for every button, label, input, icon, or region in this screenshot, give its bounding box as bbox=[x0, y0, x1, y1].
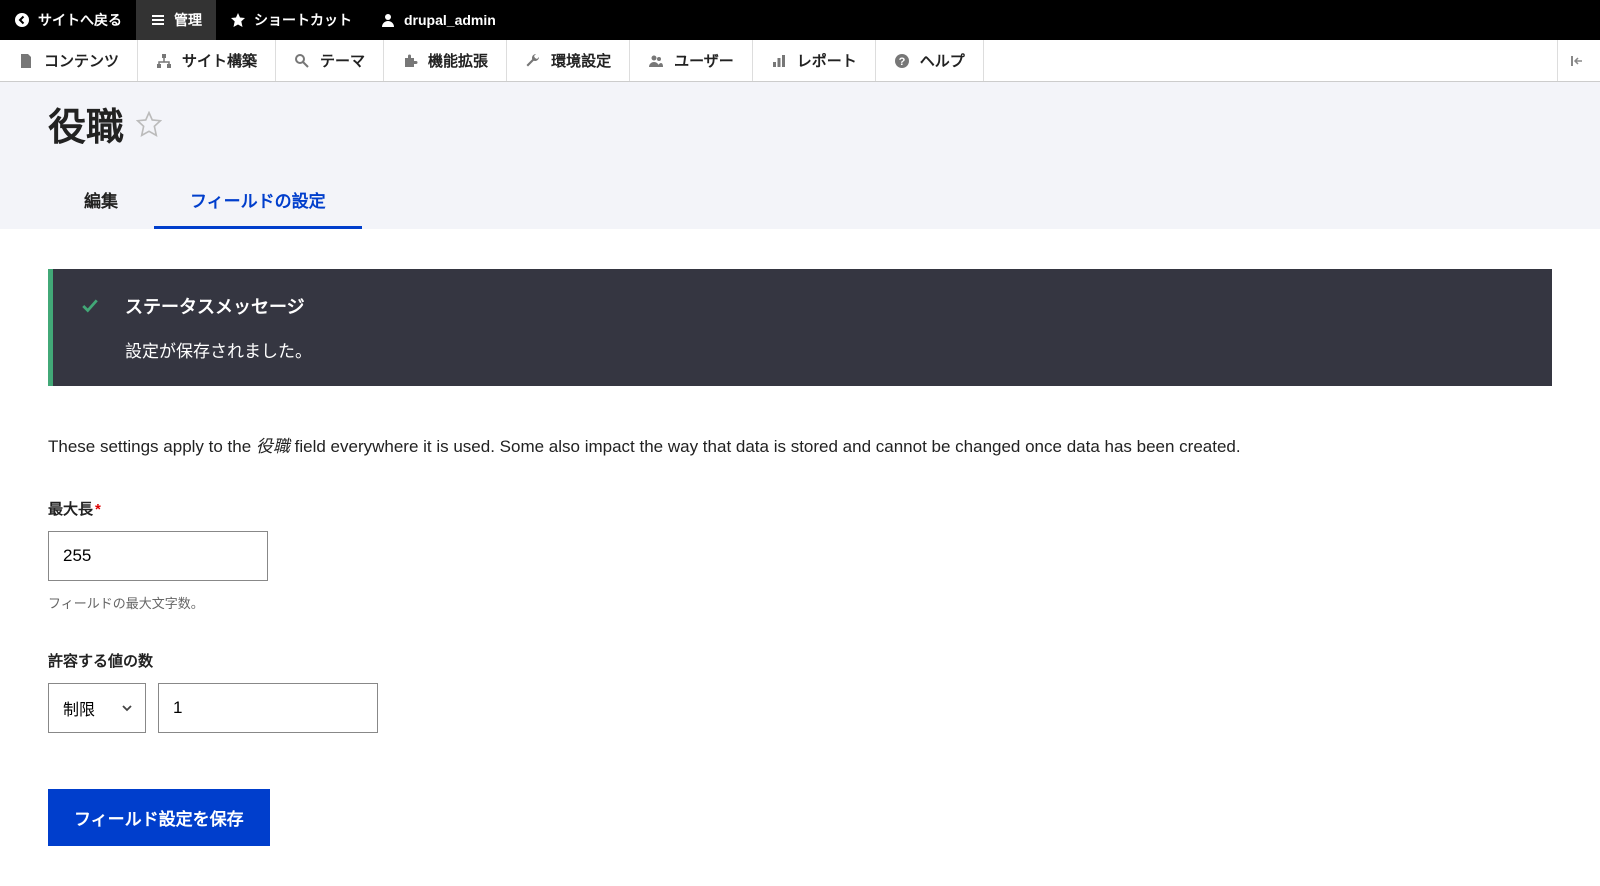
svg-text:?: ? bbox=[898, 56, 905, 68]
collapse-toolbar-button[interactable] bbox=[1557, 40, 1600, 81]
document-icon bbox=[18, 53, 34, 69]
max-length-label: 最大長* bbox=[48, 501, 101, 518]
chevron-down-icon bbox=[121, 702, 133, 714]
back-to-site-link[interactable]: サイトへ戻る bbox=[0, 0, 136, 40]
admin-menu-help[interactable]: ? ヘルプ bbox=[876, 40, 984, 81]
admin-menu-content-label: コンテンツ bbox=[44, 50, 119, 71]
content: ステータスメッセージ 設定が保存されました。 These settings ap… bbox=[0, 229, 1600, 886]
limit-select-value: 制限 bbox=[63, 696, 95, 720]
star-icon bbox=[230, 12, 246, 28]
admin-menu-reports-label: レポート bbox=[797, 50, 857, 71]
appearance-icon bbox=[294, 53, 310, 69]
manage-label: 管理 bbox=[174, 10, 202, 30]
puzzle-icon bbox=[402, 53, 418, 69]
admin-menu-people[interactable]: ユーザー bbox=[630, 40, 753, 81]
allowed-values-group: 許容する値の数 制限 bbox=[48, 650, 1552, 733]
back-to-site-label: サイトへ戻る bbox=[38, 10, 122, 30]
top-toolbar: サイトへ戻る 管理 ショートカット drupal_admin bbox=[0, 0, 1600, 40]
spacer bbox=[984, 40, 1557, 81]
shortcuts-link[interactable]: ショートカット bbox=[216, 0, 366, 40]
tabs: 編集 フィールドの設定 bbox=[48, 173, 1552, 229]
check-icon bbox=[81, 297, 99, 315]
description-post: field everywhere it is used. Some also i… bbox=[290, 437, 1241, 456]
people-icon bbox=[648, 53, 664, 69]
field-description: These settings apply to the 役職 field eve… bbox=[48, 434, 1552, 460]
user-label: drupal_admin bbox=[404, 12, 496, 28]
max-length-group: 最大長* フィールドの最大文字数。 bbox=[48, 498, 1552, 612]
limit-select[interactable]: 制限 bbox=[48, 683, 146, 733]
admin-menu-appearance[interactable]: テーマ bbox=[276, 40, 384, 81]
description-pre: These settings apply to the bbox=[48, 437, 256, 456]
admin-menu-structure-label: サイト構築 bbox=[182, 50, 257, 71]
admin-menu: コンテンツ サイト構築 テーマ 機能拡張 環境設定 ユーザー レポート bbox=[0, 40, 1600, 82]
save-field-settings-button[interactable]: フィールド設定を保存 bbox=[48, 789, 270, 846]
admin-menu-extend-label: 機能拡張 bbox=[428, 50, 488, 71]
tab-field-settings[interactable]: フィールドの設定 bbox=[154, 173, 362, 229]
structure-icon bbox=[156, 53, 172, 69]
max-length-help: フィールドの最大文字数。 bbox=[48, 593, 1552, 612]
page-title: 役職 bbox=[48, 96, 124, 151]
max-length-input[interactable] bbox=[48, 531, 268, 581]
required-mark: * bbox=[95, 501, 101, 518]
user-icon bbox=[380, 12, 396, 28]
admin-menu-configuration-label: 環境設定 bbox=[551, 50, 611, 71]
admin-menu-configuration[interactable]: 環境設定 bbox=[507, 40, 630, 81]
admin-menu-reports[interactable]: レポート bbox=[753, 40, 876, 81]
tab-edit[interactable]: 編集 bbox=[48, 173, 154, 229]
shortcuts-label: ショートカット bbox=[254, 10, 352, 30]
limit-number-input[interactable] bbox=[158, 683, 378, 733]
status-message: ステータスメッセージ 設定が保存されました。 bbox=[48, 269, 1552, 386]
allowed-values-label: 許容する値の数 bbox=[48, 653, 153, 670]
admin-menu-extend[interactable]: 機能拡張 bbox=[384, 40, 507, 81]
admin-menu-structure[interactable]: サイト構築 bbox=[138, 40, 276, 81]
collapse-icon bbox=[1570, 53, 1588, 69]
admin-menu-appearance-label: テーマ bbox=[320, 50, 365, 71]
wrench-icon bbox=[525, 53, 541, 69]
hamburger-icon bbox=[150, 12, 166, 28]
admin-menu-content[interactable]: コンテンツ bbox=[0, 40, 138, 81]
description-em: 役職 bbox=[256, 437, 290, 456]
status-message-title: ステータスメッセージ bbox=[125, 293, 312, 319]
admin-menu-help-label: ヘルプ bbox=[920, 50, 965, 71]
chart-icon bbox=[771, 53, 787, 69]
manage-toggle[interactable]: 管理 bbox=[136, 0, 216, 40]
page-header: 役職 編集 フィールドの設定 bbox=[0, 82, 1600, 229]
user-menu[interactable]: drupal_admin bbox=[366, 0, 510, 40]
admin-menu-people-label: ユーザー bbox=[674, 50, 734, 71]
status-message-body: 設定が保存されました。 bbox=[125, 337, 312, 362]
favorite-star-button[interactable] bbox=[136, 111, 162, 137]
back-arrow-icon bbox=[14, 12, 30, 28]
help-icon: ? bbox=[894, 53, 910, 69]
